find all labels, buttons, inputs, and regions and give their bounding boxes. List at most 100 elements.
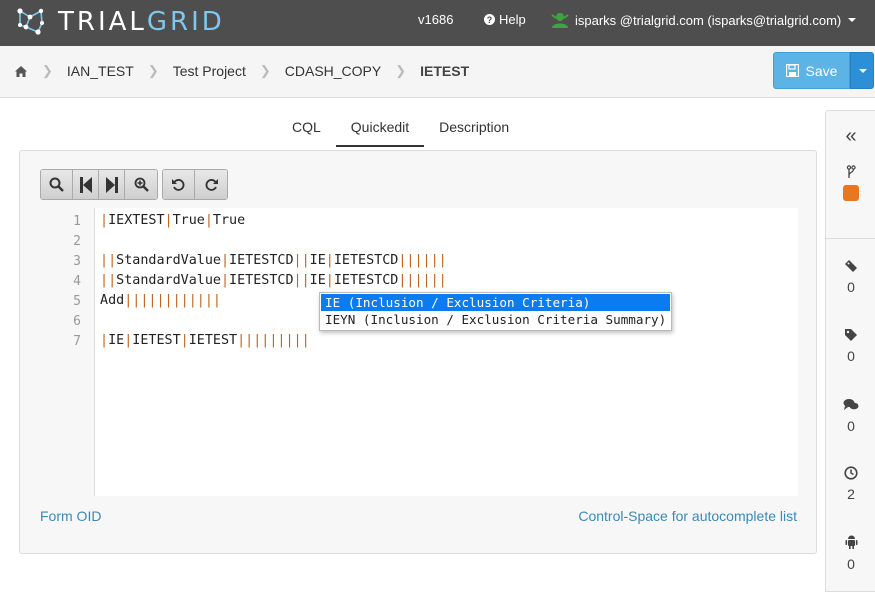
- undo-button[interactable]: [163, 170, 195, 199]
- code-char: I: [108, 213, 117, 228]
- sidebar-item-history[interactable]: 2: [826, 466, 875, 502]
- code-char: I: [188, 333, 197, 348]
- code-char: a: [188, 253, 197, 268]
- code-char: d: [172, 273, 181, 288]
- user-menu[interactable]: isparks @trialgrid.com (isparks@trialgri…: [550, 12, 857, 28]
- code-char: d: [172, 253, 181, 268]
- breadcrumb-item-ian-test[interactable]: IAN_TEST: [67, 63, 134, 79]
- autocomplete-item[interactable]: IE (Inclusion / Exclusion Criteria): [321, 294, 670, 311]
- sidebar-item-comments[interactable]: 0: [826, 398, 875, 434]
- form-oid-link[interactable]: Form OID: [40, 508, 101, 524]
- question-circle-icon: ?: [484, 14, 495, 25]
- trialgrid-logo-icon: [17, 8, 44, 35]
- pipe-delimiter: |: [108, 253, 117, 268]
- sidebar-item-tags[interactable]: 0: [826, 328, 875, 364]
- save-button-group: Save: [773, 52, 874, 89]
- brand-grid: GRID: [146, 7, 225, 37]
- breadcrumb-item-test-project[interactable]: Test Project: [173, 63, 246, 79]
- code-char: T: [172, 213, 181, 228]
- pipe-delimiter: |: [212, 293, 221, 308]
- pipe-delimiter: |: [325, 253, 334, 268]
- code-char: e: [212, 253, 221, 268]
- code-char: r: [220, 213, 229, 228]
- code-char: I: [108, 333, 117, 348]
- tab-quickedit[interactable]: Quickedit: [335, 110, 425, 147]
- code-char: T: [349, 273, 358, 288]
- line-number: 6: [73, 314, 81, 329]
- code-line[interactable]: Add||||||||||||: [100, 293, 221, 308]
- help-link[interactable]: ? Help: [484, 12, 526, 27]
- tab-cql[interactable]: CQL: [277, 110, 336, 147]
- quickedit-panel: 1 2 3 4 5 6 7 |IEXTEST|True|True ||Stand…: [19, 150, 817, 554]
- code-line[interactable]: |IE|IETEST|IETEST|||||||||: [100, 333, 310, 348]
- pipe-delimiter: |: [430, 273, 439, 288]
- search-button[interactable]: [41, 170, 73, 199]
- sidebar-item-android[interactable]: 0: [826, 535, 875, 572]
- code-char: a: [188, 273, 197, 288]
- code-char: E: [358, 273, 367, 288]
- history-button-group: [162, 169, 228, 200]
- user-avatar-icon: [551, 13, 569, 28]
- code-char: e: [237, 213, 246, 228]
- pipe-delimiter: |: [293, 333, 302, 348]
- autocomplete-item[interactable]: IEYN (Inclusion / Exclusion Criteria Sum…: [321, 311, 670, 328]
- status-indicator: [843, 185, 859, 201]
- pipe-delimiter: |: [188, 293, 197, 308]
- code-char: V: [180, 273, 189, 288]
- code-char: l: [196, 273, 205, 288]
- line-number-gutter: 1 2 3 4 5 6 7: [40, 208, 95, 496]
- code-char: E: [212, 333, 221, 348]
- user-name: isparks @trialgrid.com (isparks@trialgri…: [575, 12, 842, 28]
- versions-count: 0: [847, 279, 855, 295]
- search-button-group: [40, 169, 158, 200]
- code-char: E: [358, 253, 367, 268]
- pipe-delimiter: |: [293, 253, 302, 268]
- collapse-sidebar-icon[interactable]: «: [826, 125, 875, 148]
- brand[interactable]: TRIALGRID: [14, 5, 225, 39]
- home-icon[interactable]: [14, 65, 28, 78]
- history-count: 2: [847, 486, 855, 502]
- autocomplete-hint: Control-Space for autocomplete list: [578, 508, 797, 524]
- zoom-search-button[interactable]: [125, 170, 157, 199]
- pipe-delimiter: |: [438, 253, 447, 268]
- pipe-delimiter: |: [301, 273, 310, 288]
- code-char: I: [333, 253, 342, 268]
- breadcrumb-item-cdash-copy[interactable]: CDASH_COPY: [285, 63, 381, 79]
- save-label: Save: [805, 62, 838, 79]
- code-char: u: [204, 253, 213, 268]
- breadcrumb-bar: ❯ IAN_TEST ❯ Test Project ❯ CDASH_COPY ❯…: [0, 46, 875, 98]
- pipe-delimiter: |: [220, 273, 229, 288]
- code-line[interactable]: |IEXTEST|True|True: [100, 213, 245, 228]
- code-char: T: [229, 333, 238, 348]
- sidebar-item-status[interactable]: [826, 165, 875, 201]
- code-char: T: [156, 213, 165, 228]
- find-next-button[interactable]: [99, 170, 125, 199]
- code-char: E: [116, 213, 125, 228]
- code-line[interactable]: ||StandardValue|IETESTCD||IE|IETESTCD|||…: [100, 253, 447, 268]
- save-button[interactable]: Save: [773, 52, 850, 89]
- find-previous-button[interactable]: [73, 170, 99, 199]
- pipe-delimiter: |: [108, 273, 117, 288]
- pipe-delimiter: |: [438, 273, 447, 288]
- code-editor[interactable]: 1 2 3 4 5 6 7 |IEXTEST|True|True ||Stand…: [40, 208, 798, 496]
- code-char: a: [156, 253, 165, 268]
- code-char: I: [333, 273, 342, 288]
- sidebar-item-versions[interactable]: 0: [826, 259, 875, 295]
- code-char: e: [212, 273, 221, 288]
- pipe-delimiter: |: [164, 293, 173, 308]
- step-backward-icon: [79, 176, 92, 193]
- tab-description[interactable]: Description: [424, 110, 524, 147]
- code-char: r: [164, 253, 173, 268]
- pipe-delimiter: |: [237, 333, 246, 348]
- redo-button[interactable]: [195, 170, 227, 199]
- tags-count: 0: [847, 348, 855, 364]
- breadcrumb-separator: ❯: [42, 63, 53, 78]
- code-char: I: [229, 273, 238, 288]
- save-dropdown-toggle[interactable]: [850, 52, 874, 89]
- editor-tabs: CQL Quickedit Description: [277, 110, 524, 147]
- pipe-delimiter: |: [414, 253, 423, 268]
- caret-down-icon: [859, 68, 867, 73]
- code-line[interactable]: ||StandardValue|IETESTCD||IE|IETESTCD|||…: [100, 273, 447, 288]
- comments-icon: [843, 399, 859, 410]
- breadcrumb-separator: ❯: [259, 63, 271, 78]
